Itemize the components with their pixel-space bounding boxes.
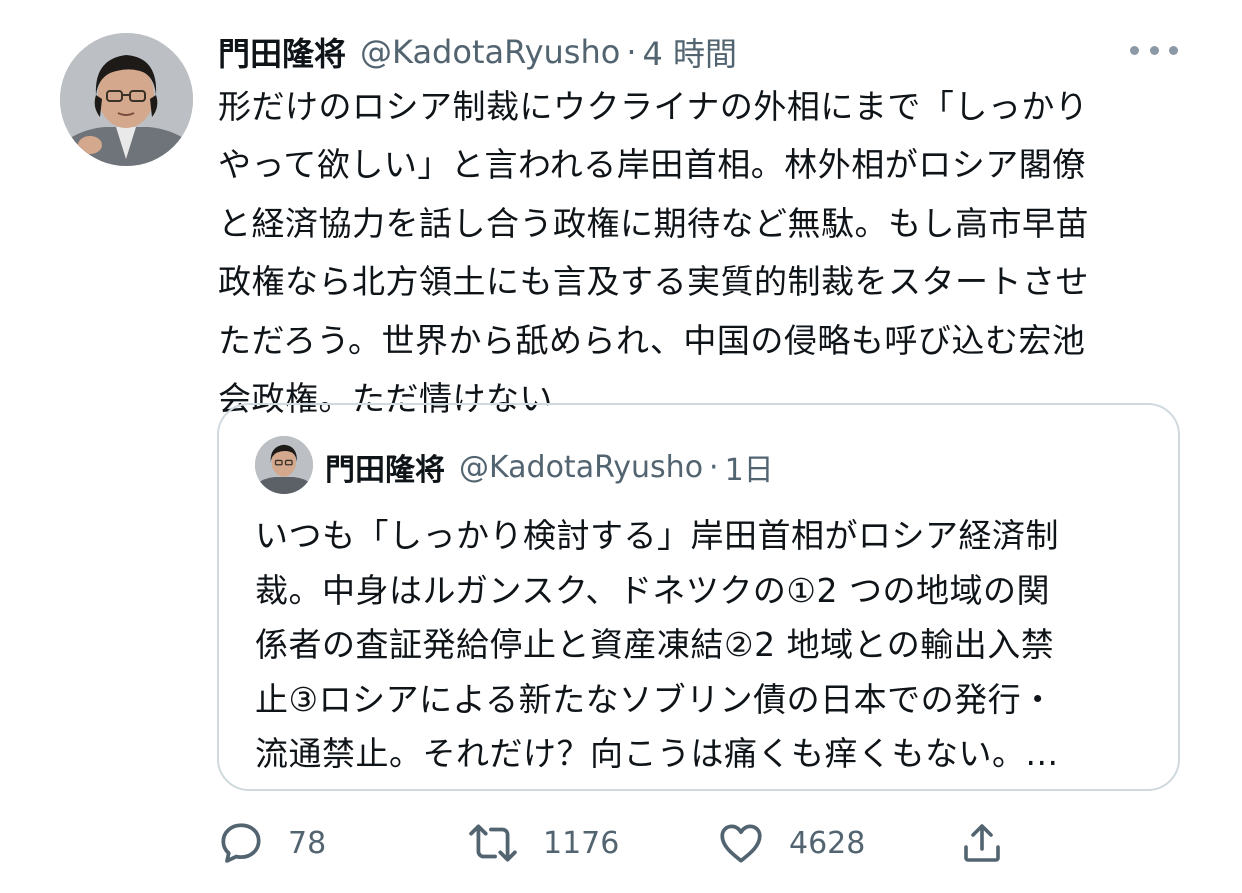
quoted-text-line: いつも「しっかり検討する」岸田首相がロシア経済制 — [255, 516, 1059, 555]
author-avatar[interactable] — [60, 33, 193, 166]
tweet-text-line: 形だけのロシア制裁にウクライナの外相にまで「しっかり — [218, 87, 1089, 126]
tweet-text-line: 政権なら北方領土にも言及する実質的制裁をスタートさせ — [218, 262, 1089, 302]
reply-icon — [221, 823, 261, 863]
quoted-tweet-header: 門田隆将 @KadotaRyusho · 1日 — [325, 443, 774, 491]
like-count: 4628 — [789, 825, 866, 861]
like-button[interactable]: 4628 — [715, 815, 865, 871]
tweet-text-line: ただろう。世界から舐められ、中国の侵略も呼び込む宏池 — [218, 320, 1086, 360]
quoted-text-line: 流通禁止。それだけ？向こうは痛くも痒くもない。... — [255, 734, 1059, 774]
retweet-icon — [469, 824, 517, 862]
quoted-tweet-timestamp[interactable]: 1日 — [725, 445, 774, 489]
author-handle[interactable]: @KadotaRyusho — [360, 33, 620, 71]
separator-dot: · — [626, 33, 637, 71]
tweet-text: 形だけのロシア制裁にウクライナの外相にまで「しっかり やって欲しい」と言われる岸… — [218, 78, 1188, 428]
more-icon[interactable] — [1130, 36, 1178, 64]
quoted-author-handle[interactable]: @KadotaRyusho — [459, 450, 703, 485]
retweet-count: 1176 — [543, 825, 620, 861]
reply-button[interactable]: 78 — [216, 815, 326, 871]
author-name[interactable]: 門田隆将 — [218, 29, 346, 75]
tweet-text-line: やって欲しい」と言われる岸田首相。林外相がロシア閣僚 — [218, 145, 1086, 185]
quoted-author-name[interactable]: 門田隆将 — [325, 445, 445, 489]
separator-dot: · — [709, 449, 719, 485]
quoted-text-line: 係者の査証発給停止と資産凍結②2 地域との輸出入禁 — [255, 625, 1055, 665]
tweet-timestamp[interactable]: 4 時間 — [643, 29, 738, 75]
share-button[interactable] — [958, 815, 1006, 871]
quoted-text-line: 止③ロシアによる新たなソブリン債の日本での発行・ — [255, 679, 1055, 719]
like-icon — [720, 824, 762, 863]
tweet-text-line: と経済協力を話し合う政権に期待など無駄。もし高市早苗 — [218, 203, 1089, 243]
quoted-tweet-text: いつも「しっかり検討する」岸田首相がロシア経済制 裁。中身はルガンスク、ドネツク… — [255, 509, 1155, 782]
tweet-actions: 78 1176 4628 — [0, 815, 1242, 875]
quoted-author-avatar[interactable] — [255, 436, 313, 494]
tweet-header: 門田隆将 @KadotaRyusho · 4 時間 — [218, 26, 737, 78]
reply-count: 78 — [288, 825, 327, 861]
share-icon — [964, 824, 1000, 862]
retweet-button[interactable]: 1176 — [465, 815, 619, 871]
quoted-tweet[interactable]: 門田隆将 @KadotaRyusho · 1日 いつも「しっかり検討する」岸田首… — [217, 403, 1180, 791]
quoted-text-line: 裁。中身はルガンスク、ドネツクの①2 つの地域の関 — [255, 570, 1050, 610]
